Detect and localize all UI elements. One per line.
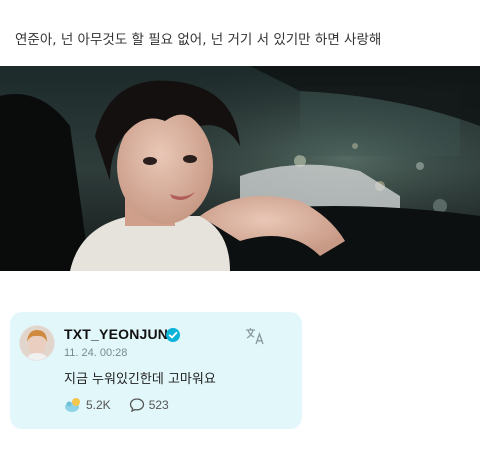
comment-count: 523 — [148, 398, 169, 412]
post-stats: 5.2K 523 — [64, 396, 169, 414]
caption-text: 연준아, 넌 아무것도 할 필요 없어, 넌 거기 서 있기만 하면 사랑해 — [15, 32, 382, 48]
avatar[interactable] — [20, 326, 54, 360]
verified-badge-icon — [166, 328, 180, 342]
comment-bubble-icon — [129, 398, 144, 413]
video-still-image — [0, 66, 480, 271]
like-count: 5.2K — [86, 398, 111, 412]
post-timestamp: 11. 24. 00:28 — [64, 347, 128, 359]
like-reaction-icon — [65, 398, 80, 412]
post-card[interactable]: TXT_YEONJUN 11. 24. 00:28 지금 누워있긴한데 고마워요… — [10, 312, 302, 429]
like-stat[interactable]: 5.2K — [64, 397, 111, 413]
comment-stat[interactable]: 523 — [129, 397, 169, 413]
username[interactable]: TXT_YEONJUN — [64, 326, 168, 342]
post-text: 지금 누워있긴한데 고마워요 — [64, 372, 216, 387]
translate-icon[interactable] — [244, 326, 266, 346]
